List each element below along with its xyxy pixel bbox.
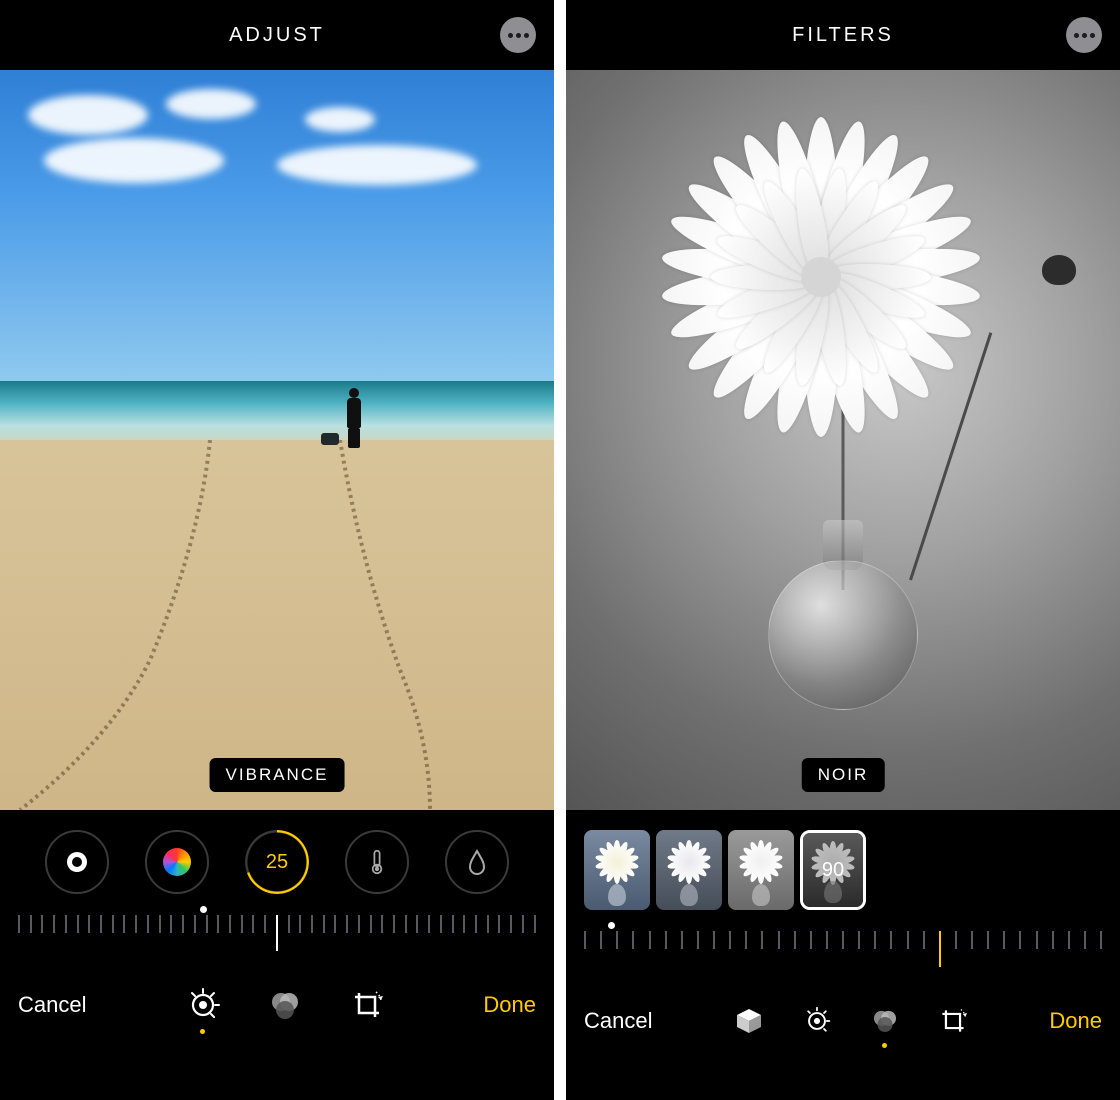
photo-bag <box>321 433 339 445</box>
photo-preview[interactable]: NOIR <box>566 70 1120 810</box>
filter-thumb-noir[interactable]: 90 <box>800 830 866 910</box>
controls-area: 25 /*placeholder*/ Cancel <box>0 810 554 1100</box>
filter-thumb-silvertone[interactable] <box>728 830 794 910</box>
more-dots-icon <box>508 33 513 38</box>
adjust-tool-auto[interactable] <box>45 830 109 894</box>
adjust-dial-icon <box>186 988 220 1022</box>
adjust-tool-tint[interactable] <box>445 830 509 894</box>
mode-filters[interactable] <box>870 1006 900 1036</box>
mode-crop[interactable] <box>938 1006 968 1036</box>
done-button[interactable]: Done <box>483 992 536 1018</box>
rainbow-circle-icon <box>163 848 191 876</box>
three-circles-icon <box>268 988 302 1022</box>
thermometer-icon <box>367 849 387 875</box>
mode-switcher <box>734 1006 968 1036</box>
more-dots-icon <box>1074 33 1079 38</box>
cancel-button[interactable]: Cancel <box>584 1008 652 1034</box>
filter-thumb-row[interactable]: 90 <box>566 824 1120 918</box>
crop-rotate-icon <box>350 988 384 1022</box>
target-dot-icon <box>67 852 87 872</box>
adjustment-ring-row[interactable]: 25 <box>0 824 554 902</box>
ruler-anchor <box>0 902 554 915</box>
header: ADJUST <box>0 0 554 70</box>
adjust-tool-warmth[interactable] <box>345 830 409 894</box>
more-button[interactable] <box>500 17 536 53</box>
mode-markup[interactable] <box>734 1006 764 1036</box>
droplet-icon <box>467 849 487 875</box>
photo-bud <box>1042 255 1076 285</box>
three-circles-icon <box>870 1006 900 1036</box>
cancel-button[interactable]: Cancel <box>18 992 86 1018</box>
header-title: ADJUST <box>229 24 325 47</box>
done-button[interactable]: Done <box>1049 1008 1102 1034</box>
filter-name-chip: NOIR <box>802 758 885 792</box>
filter-thumb-value: 90 <box>803 833 863 907</box>
photo-tracks <box>0 440 554 810</box>
controls-area: 90 Cancel <box>566 810 1120 1100</box>
mode-adjust[interactable] <box>802 1006 832 1036</box>
photo-flower <box>641 97 1001 457</box>
photo-sky <box>0 70 554 381</box>
photo-person <box>343 388 365 448</box>
more-button[interactable] <box>1066 17 1102 53</box>
adjustment-name-chip: VIBRANCE <box>210 758 345 792</box>
ruler-anchor <box>566 918 1120 931</box>
mode-switcher <box>186 988 384 1022</box>
filter-thumb-dramatic[interactable] <box>656 830 722 910</box>
value-ruler[interactable]: /*placeholder*/ <box>18 915 536 961</box>
photo-preview[interactable]: VIBRANCE <box>0 70 554 810</box>
mode-crop[interactable] <box>350 988 384 1022</box>
phone-filters: FILTERS NOIR <box>566 0 1120 1100</box>
value-ruler[interactable] <box>584 931 1102 977</box>
selected-dot <box>200 1029 205 1034</box>
selected-dot <box>882 1043 887 1048</box>
adjust-tool-vibrance[interactable]: 25 <box>245 830 309 894</box>
bottom-bar: Cancel <box>566 981 1120 1061</box>
mode-filters[interactable] <box>268 988 302 1022</box>
phone-adjust: ADJUST VIBRANCE 25 <box>0 0 554 1100</box>
adjust-tool-color[interactable] <box>145 830 209 894</box>
adjust-value: 25 <box>266 851 288 874</box>
adjust-dial-icon <box>802 1006 832 1036</box>
crop-rotate-icon <box>938 1006 968 1036</box>
cube-icon <box>734 1006 764 1036</box>
filter-thumb-vivid-warm[interactable] <box>584 830 650 910</box>
bottom-bar: Cancel <box>0 965 554 1045</box>
mode-adjust[interactable] <box>186 988 220 1022</box>
header: FILTERS <box>566 0 1120 70</box>
header-title: FILTERS <box>792 24 894 47</box>
